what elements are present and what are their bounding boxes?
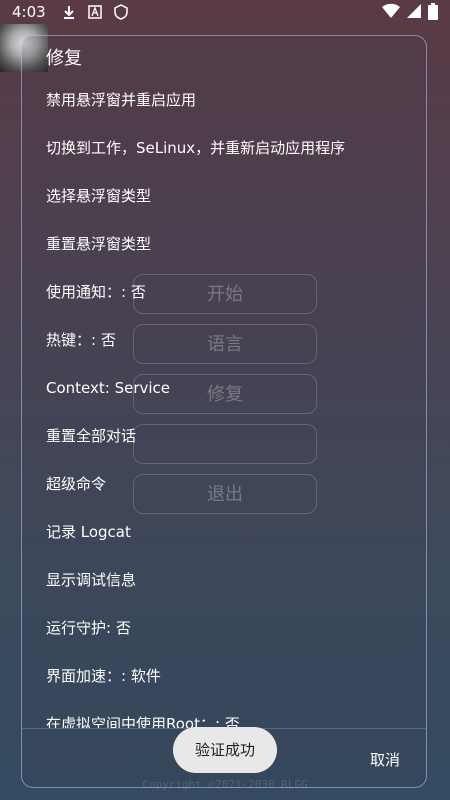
menu-item-ui-acceleration[interactable]: 界面加速：: 软件 — [46, 656, 416, 704]
toast-message: 验证成功 — [173, 727, 277, 773]
cancel-button[interactable]: 取消 — [370, 749, 400, 770]
menu-item-root-virtual-space[interactable]: 在虚拟空间中使用Root：: 否 — [46, 704, 416, 728]
menu-item-use-notification[interactable]: 使用通知：: 否 — [46, 272, 416, 320]
menu-item-super-command[interactable]: 超级命令 — [46, 464, 416, 512]
signal-icon — [406, 3, 422, 24]
app-shield-icon — [112, 3, 130, 21]
menu-item-logcat[interactable]: 记录 Logcat — [46, 512, 416, 560]
menu-item-select-floating-type[interactable]: 选择悬浮窗类型 — [46, 176, 416, 224]
menu-item-switch-selinux[interactable]: 切换到工作，SeLinux，并重新启动应用程序 — [46, 128, 416, 176]
battery-icon — [428, 3, 438, 24]
menu-item-disable-floating[interactable]: 禁用悬浮窗并重启应用 — [46, 80, 416, 128]
download-icon — [60, 3, 78, 21]
repair-dialog: 修复 禁用悬浮窗并重启应用 切换到工作，SeLinux，并重新启动应用程序 选择… — [21, 35, 427, 788]
menu-item-debug-info[interactable]: 显示调试信息 — [46, 560, 416, 608]
menu-item-daemon[interactable]: 运行守护: 否 — [46, 608, 416, 656]
menu-item-context[interactable]: Context: Service — [46, 368, 416, 416]
wifi-icon — [382, 3, 400, 24]
app-a-icon — [86, 3, 104, 21]
menu-item-reset-floating-type[interactable]: 重置悬浮窗类型 — [46, 224, 416, 272]
status-bar: 4:03 — [0, 0, 450, 24]
repair-menu-list: 禁用悬浮窗并重启应用 切换到工作，SeLinux，并重新启动应用程序 选择悬浮窗… — [46, 80, 416, 728]
menu-item-hotkey[interactable]: 热键：: 否 — [46, 320, 416, 368]
status-time: 4:03 — [12, 3, 46, 21]
menu-item-reset-dialogs[interactable]: 重置全部对话 — [46, 416, 416, 464]
copyright-footer: Copyright ©2021-2030 RLGG — [142, 778, 308, 791]
dialog-title: 修复 — [46, 48, 82, 69]
